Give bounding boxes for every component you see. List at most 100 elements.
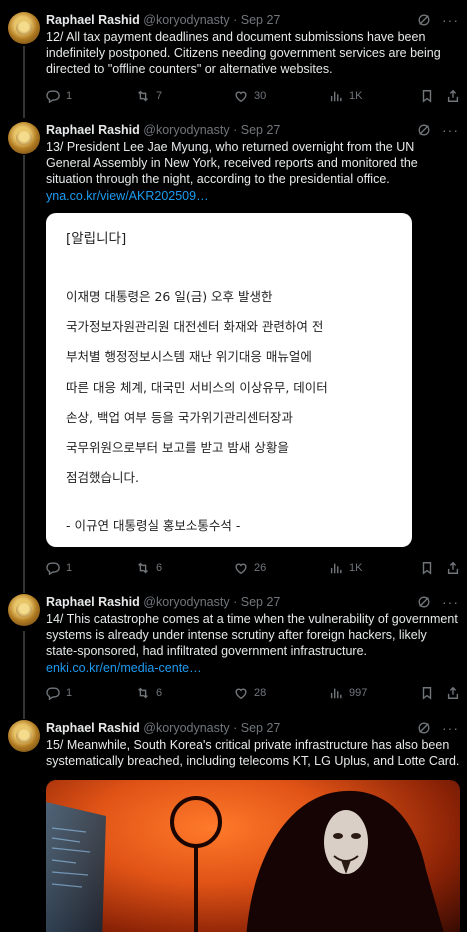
share-button[interactable] bbox=[446, 88, 460, 104]
more-icon[interactable]: ··· bbox=[442, 595, 459, 609]
statement-heading: [알립니다] bbox=[66, 231, 127, 247]
tweet-header: Raphael Rashid @koryodynasty · Sep 27 bbox=[46, 594, 280, 610]
more-icon[interactable]: ··· bbox=[442, 721, 459, 735]
tweet-body: 14/ This catastrophe comes at a time whe… bbox=[46, 612, 458, 659]
author-name[interactable]: Raphael Rashid bbox=[46, 13, 140, 27]
bookmark-icon bbox=[422, 687, 432, 700]
tweet-actions: 1 6 28 997 bbox=[46, 685, 460, 701]
reply-button[interactable]: 1 bbox=[46, 685, 72, 701]
like-button[interactable]: 28 bbox=[234, 685, 266, 701]
reply-icon bbox=[46, 90, 60, 103]
heart-icon bbox=[235, 688, 247, 700]
repost-count: 6 bbox=[156, 687, 163, 699]
repost-button[interactable]: 6 bbox=[136, 560, 162, 576]
statement-line: 부처별 행정정보시스템 재난 위기대응 매뉴얼에 bbox=[66, 349, 312, 364]
repost-icon bbox=[138, 687, 148, 699]
views-icon bbox=[330, 688, 342, 699]
avatar[interactable] bbox=[8, 594, 40, 626]
statement-signature: - 이규연 대통령실 홍보소통수석 - bbox=[66, 518, 241, 533]
repost-button[interactable]: 7 bbox=[136, 88, 162, 104]
reply-button[interactable]: 1 bbox=[46, 88, 72, 104]
statement-line: 손상, 백업 여부 등을 국가위기관리센터장과 bbox=[66, 410, 293, 425]
like-button[interactable]: 30 bbox=[234, 88, 266, 104]
views-icon bbox=[330, 563, 342, 574]
tweet-text: 12/ All tax payment deadlines and docume… bbox=[46, 30, 441, 77]
bookmark-icon bbox=[422, 562, 432, 575]
share-icon bbox=[447, 89, 459, 102]
statement-image[interactable]: [알립니다] 이재명 대통령은 26 일(금) 오후 발생한 국가정보자원관리원… bbox=[46, 213, 412, 547]
share-button[interactable] bbox=[446, 560, 460, 576]
views-button[interactable]: 1K bbox=[329, 88, 362, 104]
tweet-link[interactable]: yna.co.kr/view/AKR202509… bbox=[46, 189, 209, 203]
bookmark-button[interactable] bbox=[420, 560, 434, 576]
tweet-actions: 1 6 26 1K bbox=[46, 560, 460, 576]
author-handle[interactable]: @koryodynasty bbox=[143, 595, 229, 609]
bookmark-icon bbox=[422, 90, 432, 103]
tweet-header: Raphael Rashid @koryodynasty · Sep 27 bbox=[46, 720, 280, 736]
tweet-date[interactable]: Sep 27 bbox=[241, 595, 281, 609]
reply-count: 1 bbox=[66, 687, 73, 699]
heart-icon bbox=[235, 91, 247, 103]
share-icon bbox=[447, 686, 459, 699]
repost-count: 7 bbox=[156, 90, 163, 102]
statement-line: 점검했습니다. bbox=[66, 470, 139, 485]
bookmark-button[interactable] bbox=[420, 88, 434, 104]
tweet-date[interactable]: Sep 27 bbox=[241, 13, 281, 27]
statement-line: 국무위원으로부터 보고를 받고 밤새 상황을 bbox=[66, 440, 289, 455]
tweet-media-image[interactable] bbox=[46, 780, 460, 932]
more-icon[interactable]: ··· bbox=[442, 13, 459, 27]
like-button[interactable]: 26 bbox=[234, 560, 266, 576]
author-handle[interactable]: @koryodynasty bbox=[143, 123, 229, 137]
reply-icon bbox=[46, 687, 60, 700]
author-name[interactable]: Raphael Rashid bbox=[46, 123, 140, 137]
grok-icon[interactable] bbox=[417, 13, 431, 27]
tweet-text: 15/ Meanwhile, South Korea's critical pr… bbox=[46, 738, 460, 769]
tweet-14[interactable]: Raphael Rashid @koryodynasty · Sep 27 ··… bbox=[0, 588, 467, 714]
hacker-photo bbox=[46, 790, 444, 932]
share-button[interactable] bbox=[446, 685, 460, 701]
like-count: 26 bbox=[254, 562, 267, 574]
grok-icon[interactable] bbox=[417, 595, 431, 609]
author-name[interactable]: Raphael Rashid bbox=[46, 595, 140, 609]
bookmark-button[interactable] bbox=[420, 685, 434, 701]
views-count: 1K bbox=[349, 90, 363, 102]
statement-line: 따른 대응 체계, 대국민 서비스의 이상유무, 데이터 bbox=[66, 380, 328, 395]
more-icon[interactable]: ··· bbox=[442, 123, 459, 137]
author-handle[interactable]: @koryodynasty bbox=[143, 721, 229, 735]
views-count: 1K bbox=[349, 562, 363, 574]
like-count: 28 bbox=[254, 687, 267, 699]
separator: · bbox=[233, 13, 238, 27]
views-button[interactable]: 1K bbox=[329, 560, 362, 576]
tweet-header: Raphael Rashid @koryodynasty · Sep 27 bbox=[46, 122, 280, 138]
views-button[interactable]: 997 bbox=[329, 685, 367, 701]
tweet-text: 13/ President Lee Jae Myung, who returne… bbox=[46, 139, 460, 204]
separator: · bbox=[233, 595, 238, 609]
repost-icon bbox=[138, 562, 148, 574]
share-icon bbox=[447, 561, 459, 574]
avatar[interactable] bbox=[8, 122, 40, 154]
like-count: 30 bbox=[254, 90, 267, 102]
tweet-date[interactable]: Sep 27 bbox=[241, 721, 281, 735]
repost-button[interactable]: 6 bbox=[136, 685, 162, 701]
tweet-actions: 1 7 30 1K bbox=[46, 88, 460, 104]
tweet-link[interactable]: enki.co.kr/en/media-cente… bbox=[46, 661, 202, 675]
grok-icon[interactable] bbox=[417, 721, 431, 735]
author-name[interactable]: Raphael Rashid bbox=[46, 721, 140, 735]
reply-count: 1 bbox=[66, 90, 73, 102]
views-count: 997 bbox=[349, 687, 368, 699]
author-handle[interactable]: @koryodynasty bbox=[143, 13, 229, 27]
tweet-date[interactable]: Sep 27 bbox=[241, 123, 281, 137]
separator: · bbox=[233, 721, 238, 735]
repost-icon bbox=[138, 90, 148, 102]
tweet-12[interactable]: Raphael Rashid @koryodynasty · Sep 27 ··… bbox=[0, 0, 467, 112]
heart-icon bbox=[235, 563, 247, 575]
avatar[interactable] bbox=[8, 12, 40, 44]
tweet-header: Raphael Rashid @koryodynasty · Sep 27 bbox=[46, 12, 280, 28]
grok-icon[interactable] bbox=[417, 123, 431, 137]
statement-line: 이재명 대통령은 26 일(금) 오후 발생한 bbox=[66, 289, 273, 304]
views-icon bbox=[330, 91, 342, 102]
tweet-body: 13/ President Lee Jae Myung, who returne… bbox=[46, 140, 418, 187]
reply-button[interactable]: 1 bbox=[46, 560, 72, 576]
avatar[interactable] bbox=[8, 720, 40, 752]
reply-icon bbox=[46, 562, 60, 575]
